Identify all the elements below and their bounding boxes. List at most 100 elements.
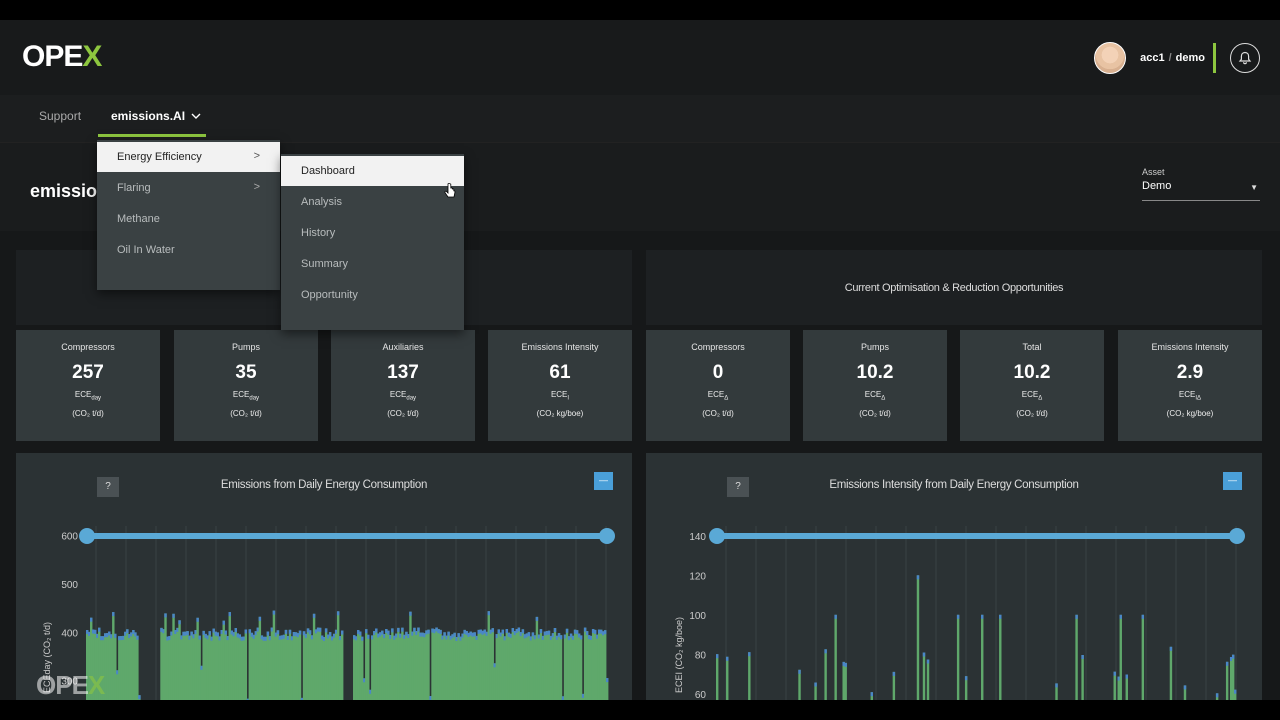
bar-top bbox=[505, 629, 509, 633]
bar-top bbox=[164, 613, 167, 618]
bar bbox=[824, 649, 827, 700]
bar-top bbox=[844, 662, 847, 667]
page-title: emissio bbox=[30, 181, 98, 201]
bar-top bbox=[527, 632, 531, 637]
chart-panel-intensity: 140120100806040ECEI (CO₂ kg/boe) Emissio… bbox=[646, 453, 1262, 700]
kpi-value: 35 bbox=[235, 362, 257, 383]
submenu-item[interactable]: Summary bbox=[281, 249, 464, 279]
bar-top bbox=[198, 635, 201, 640]
y-tick-label: 120 bbox=[689, 571, 706, 582]
bar-top bbox=[308, 630, 312, 635]
kpi-unit: ECEI bbox=[550, 390, 570, 402]
bar-top bbox=[318, 627, 322, 632]
bar bbox=[1141, 614, 1145, 700]
chevron-down-icon bbox=[191, 113, 201, 119]
kpi-subtitle: (CO₂ t/d) bbox=[72, 409, 104, 418]
submenu-item[interactable]: Dashboard bbox=[281, 156, 464, 186]
help-button[interactable]: ? bbox=[727, 477, 749, 497]
bar-top bbox=[892, 671, 896, 676]
bar-top bbox=[1141, 614, 1145, 619]
chevron-right-icon: > bbox=[253, 150, 260, 162]
bar-top bbox=[1231, 654, 1235, 659]
menu-item[interactable]: Energy Efficiency > bbox=[97, 142, 280, 172]
bar-top bbox=[126, 629, 129, 634]
range-slider-track bbox=[86, 533, 608, 539]
bar-top bbox=[517, 627, 521, 632]
asset-label: Asset bbox=[1142, 167, 1165, 177]
bar bbox=[834, 614, 837, 700]
bar-top bbox=[814, 682, 817, 687]
bar bbox=[981, 614, 984, 700]
submenu-item[interactable]: Opportunity bbox=[281, 280, 464, 310]
app-frame: OPEX acc1/demo Support emissions.AI emis… bbox=[0, 20, 1280, 700]
bar-top bbox=[824, 649, 827, 654]
bar-top bbox=[579, 635, 583, 640]
main-nav: Support emissions.AI bbox=[0, 95, 1280, 142]
avatar[interactable] bbox=[1094, 42, 1127, 74]
bar-top bbox=[324, 628, 328, 633]
y-axis-label: ECEI (CO₂ kg/boe) bbox=[674, 617, 684, 693]
bar bbox=[244, 629, 248, 700]
bar-top bbox=[439, 629, 442, 634]
bar-top bbox=[375, 628, 378, 633]
kpi-value: 10.2 bbox=[1013, 362, 1051, 383]
menu-item[interactable]: Flaring > bbox=[97, 173, 280, 203]
bar-top bbox=[284, 629, 288, 634]
kpi-card: Auxiliaries 137 ECEday (CO₂ t/d) bbox=[331, 330, 475, 441]
bar-top bbox=[605, 678, 609, 683]
y-tick-label: 80 bbox=[695, 650, 707, 661]
bar-top bbox=[547, 630, 551, 635]
bar-top bbox=[521, 629, 525, 634]
asset-select[interactable]: Demo ▼ bbox=[1142, 180, 1260, 201]
bar-top bbox=[1215, 693, 1219, 698]
kpi-subtitle: (CO₂ t/d) bbox=[702, 409, 734, 418]
menu-item[interactable]: Methane bbox=[97, 204, 280, 234]
submenu-item[interactable]: Analysis bbox=[281, 187, 464, 217]
nav-support[interactable]: Support bbox=[39, 109, 81, 123]
bar-top bbox=[112, 612, 115, 617]
kpi-unit: ECEΔ bbox=[864, 390, 886, 402]
opex-logo[interactable]: OPEX bbox=[22, 40, 102, 74]
bar bbox=[1119, 614, 1122, 700]
kpi-value: 0 bbox=[712, 362, 724, 383]
bar bbox=[1113, 671, 1116, 700]
kpi-card: Emissions Intensity 61 ECEI (CO₂ kg/boe) bbox=[488, 330, 632, 441]
bar-top bbox=[491, 628, 494, 633]
kpi-title: Pumps bbox=[860, 342, 889, 352]
bar bbox=[427, 629, 430, 700]
bar-top bbox=[1075, 614, 1078, 619]
chart-panel-emissions: 600500400300200ECEday (CO₂ t/d) Emission… bbox=[16, 453, 632, 700]
y-tick-label: 100 bbox=[689, 611, 706, 622]
kpi-unit: ECEday bbox=[74, 390, 102, 402]
user-label[interactable]: acc1/demo bbox=[1140, 52, 1205, 64]
dropdown-menu-level1: Energy Efficiency > Flaring > Methane Oil In … bbox=[97, 140, 280, 290]
notifications-button[interactable] bbox=[1230, 43, 1260, 73]
bar-top bbox=[501, 629, 504, 634]
bar-top bbox=[981, 614, 984, 619]
bar-top bbox=[272, 610, 276, 615]
kpi-unit: ECEIΔ bbox=[1178, 390, 1202, 402]
minimize-button[interactable]: — bbox=[1223, 472, 1242, 490]
bar-top bbox=[361, 636, 364, 641]
bar-top bbox=[1081, 655, 1084, 659]
kpi-card: Pumps 10.2 ECEΔ (CO₂ t/d) bbox=[803, 330, 947, 441]
help-button[interactable]: ? bbox=[97, 477, 119, 497]
range-slider-handle-right bbox=[599, 528, 615, 544]
bar bbox=[798, 669, 801, 700]
bar-top bbox=[178, 620, 181, 625]
kpi-value: 2.9 bbox=[1176, 362, 1204, 383]
bar-top bbox=[559, 635, 563, 640]
top-bar: OPEX acc1/demo bbox=[0, 20, 1280, 95]
kpi-card: Total 10.2 ECEΔ (CO₂ t/d) bbox=[960, 330, 1104, 441]
kpi-title: Pumps bbox=[231, 342, 260, 352]
nav-emissions-ai[interactable]: emissions.AI bbox=[111, 109, 201, 123]
bar-top bbox=[1183, 685, 1187, 690]
bar-top bbox=[266, 631, 270, 636]
kpi-subtitle: (CO₂ kg/boe) bbox=[536, 409, 584, 418]
bar bbox=[916, 575, 920, 700]
user-area: acc1/demo bbox=[1094, 40, 1260, 76]
bar-top bbox=[539, 629, 543, 634]
submenu-item[interactable]: History bbox=[281, 218, 464, 248]
minimize-button[interactable]: — bbox=[594, 472, 613, 490]
menu-item[interactable]: Oil In Water bbox=[97, 235, 280, 265]
